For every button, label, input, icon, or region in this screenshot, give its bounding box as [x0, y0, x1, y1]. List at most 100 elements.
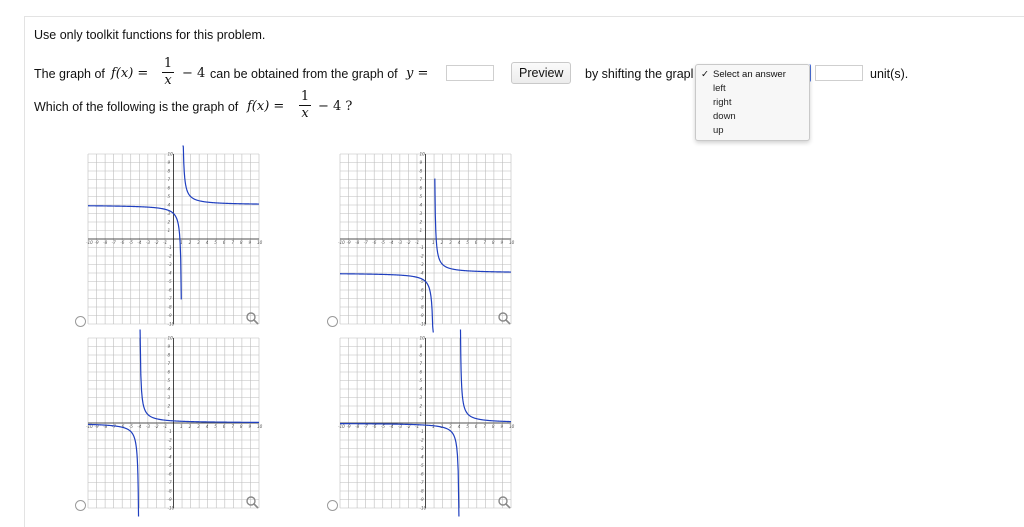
x-tick-label: 7 — [231, 424, 234, 429]
y-tick-label: -9 — [168, 497, 173, 502]
x-tick-label: -2 — [406, 240, 411, 245]
choice-c-radio[interactable] — [75, 500, 86, 511]
preview-button[interactable]: Preview — [511, 62, 572, 84]
q1-middle-text: can be obtained from the graph of — [210, 67, 398, 81]
y-tick-label: -4 — [420, 271, 425, 276]
y-tick-label: 8 — [420, 353, 423, 358]
y-tick-label: 6 — [420, 186, 423, 191]
x-tick-label: 4 — [458, 240, 461, 245]
y-tick-label: 8 — [168, 353, 171, 358]
y-tick-label: 4 — [168, 203, 171, 208]
choice-c-zoom-icon[interactable] — [245, 495, 259, 509]
y-tick-label: -6 — [168, 472, 173, 477]
y-tick-label: 6 — [168, 370, 171, 375]
y-tick-label: 3 — [168, 211, 171, 216]
x-tick-label: 9 — [248, 240, 251, 245]
y-tick-label: -3 — [420, 446, 425, 451]
x-tick-label: 2 — [189, 240, 192, 245]
check-icon: ✓ — [701, 69, 709, 80]
choice-b-graph[interactable]: -10 -9 -8 -7 -6 -5 -4 -3 -2 -1 1 2 3 4 5 6 7 8 9 10-10-9-8-… — [338, 152, 515, 333]
x-tick-label: 9 — [500, 424, 503, 429]
x-tick-label: -6 — [120, 240, 125, 245]
x-tick-label: 6 — [475, 240, 478, 245]
q2-minus-four: − 4 ? — [318, 99, 353, 114]
x-tick-label: 8 — [240, 240, 243, 245]
x-tick-label: -5 — [381, 240, 386, 245]
y-tick-label: 7 — [420, 177, 423, 182]
y-tick-label: -7 — [168, 480, 173, 485]
choice-a-radio[interactable] — [75, 316, 86, 327]
y-tick-label: -2 — [420, 254, 425, 259]
y-tick-label: -5 — [420, 463, 425, 468]
x-tick-label: 1 — [432, 240, 435, 245]
q1-fraction: 1 x — [162, 57, 174, 88]
choice-a-graph[interactable]: -10 -9 -8 -7 -6 -5 -4 -3 -2 -1 1 2 3 4 5 6 7 8 9 10-10-9-8-… — [86, 145, 263, 327]
dropdown-option-select-an-answer[interactable]: ✓ Select an answer — [696, 68, 809, 82]
choice-d-radio[interactable] — [327, 500, 338, 511]
y-tick-label: 10 — [168, 152, 174, 157]
x-tick-label: -10 — [338, 240, 345, 245]
x-tick-label: -10 — [338, 424, 345, 429]
direction-dropdown[interactable]: ✓ Select an answer left right down up — [695, 64, 810, 141]
choice-a-zoom-icon[interactable] — [245, 311, 259, 325]
y-tick-label: 9 — [168, 160, 171, 165]
x-tick-label: 9 — [500, 240, 503, 245]
x-tick-label: -5 — [381, 424, 386, 429]
y-tick-label: -2 — [168, 254, 173, 259]
x-tick-label: 10 — [509, 424, 515, 429]
y-tick-label: 2 — [168, 220, 171, 225]
y-tick-label: -10 — [420, 322, 427, 327]
dropdown-option-right[interactable]: right — [696, 96, 809, 110]
choice-d-zoom-icon[interactable] — [497, 495, 511, 509]
q2-fraction: 1 x — [299, 90, 311, 121]
dropdown-option-up[interactable]: up — [696, 124, 809, 138]
x-tick-label: -3 — [146, 240, 151, 245]
choice-b-radio[interactable] — [327, 316, 338, 327]
x-tick-label: 2 — [189, 424, 192, 429]
y-tick-label: 1 — [168, 228, 171, 233]
function-answer-input[interactable] — [446, 65, 494, 81]
x-tick-label: -6 — [372, 240, 377, 245]
y-tick-label: -7 — [420, 480, 425, 485]
x-tick-label: -4 — [389, 424, 394, 429]
y-tick-label: 9 — [168, 344, 171, 349]
dropdown-option-down[interactable]: down — [696, 110, 809, 124]
y-tick-label: -1 — [168, 245, 173, 250]
x-tick-label: 4 — [206, 424, 209, 429]
units-text: unit(s). — [870, 67, 909, 81]
y-tick-label: 5 — [168, 378, 171, 383]
y-tick-label: 8 — [420, 169, 423, 174]
y-tick-label: 5 — [420, 378, 423, 383]
y-tick-label: -9 — [168, 313, 173, 318]
y-tick-label: 5 — [168, 194, 171, 199]
x-tick-label: 7 — [231, 240, 234, 245]
y-tick-label: 4 — [420, 203, 423, 208]
shift-amount-input[interactable] — [815, 65, 863, 81]
y-tick-label: 4 — [420, 387, 423, 392]
y-tick-label: -3 — [168, 446, 173, 451]
y-tick-label: -4 — [168, 455, 173, 460]
x-tick-label: 3 — [197, 424, 200, 429]
x-tick-label: -8 — [355, 240, 360, 245]
x-tick-label: 8 — [240, 424, 243, 429]
x-tick-label: 6 — [223, 240, 226, 245]
y-tick-label: -9 — [420, 313, 425, 318]
choice-c-graph[interactable]: -10 -9 -8 -7 -6 -5 -4 -3 -2 -1 1 2 3 4 5 6 7 8 9 10-10-9-8-… — [86, 329, 263, 517]
dropdown-option-left[interactable]: left — [696, 82, 809, 96]
y-tick-label: -6 — [420, 288, 425, 293]
x-tick-label: 4 — [206, 240, 209, 245]
choice-b-zoom-icon[interactable] — [497, 311, 511, 325]
x-tick-label: 10 — [509, 240, 515, 245]
x-tick-label: 2 — [441, 240, 444, 245]
curve-left-branch — [340, 423, 460, 517]
choice-d-graph[interactable]: -10 -9 -8 -7 -6 -5 -4 -3 -2 -1 1 2 3 4 5 6 7 8 9 10-10-9-8-… — [338, 329, 515, 517]
x-tick-label: 5 — [466, 424, 469, 429]
y-tick-label: 10 — [168, 336, 174, 341]
y-tick-label: -8 — [168, 489, 173, 494]
x-tick-label: 3 — [449, 424, 452, 429]
y-tick-label: 1 — [168, 412, 171, 417]
y-tick-label: -8 — [168, 305, 173, 310]
y-tick-label: -10 — [168, 506, 175, 511]
y-tick-label: 3 — [168, 395, 171, 400]
y-tick-label: -5 — [168, 463, 173, 468]
